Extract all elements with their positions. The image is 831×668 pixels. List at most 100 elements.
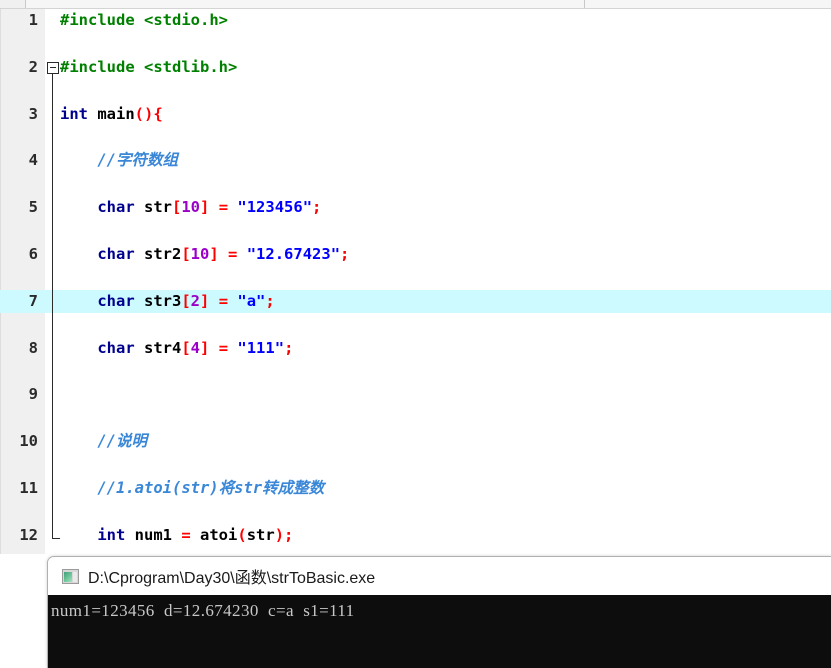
- code-line-text[interactable]: char str3[2] = "a";: [60, 290, 831, 313]
- code-token: atoi: [190, 525, 238, 544]
- code-token: <stdio.h>: [144, 11, 228, 29]
- code-token: main: [88, 104, 135, 123]
- line-number: 2: [28, 57, 38, 76]
- code-token: [: [181, 244, 191, 263]
- code-line-text[interactable]: //1.atoi(str)将str转成整数: [60, 477, 831, 500]
- code-line-text[interactable]: //字符数组: [60, 149, 831, 172]
- code-token: (){: [134, 104, 163, 123]
- code-line-row[interactable]: 1 #include <stdio.h>: [0, 9, 831, 32]
- code-line-row[interactable]: 12 int num1 = atoi(str);: [0, 524, 831, 547]
- code-token: str2: [134, 244, 182, 263]
- code-token: ;: [340, 244, 350, 263]
- code-line-row[interactable]: 2 #include <stdlib.h>: [0, 56, 831, 79]
- toolbar-divider-1: [25, 0, 26, 8]
- code-token: =: [181, 525, 191, 544]
- code-token: char: [97, 291, 135, 310]
- code-token: 10: [190, 244, 210, 263]
- code-line-text[interactable]: char str2[10] = "12.67423";: [60, 243, 831, 266]
- code-token: "111": [237, 338, 285, 357]
- code-line-row[interactable]: 4 //字符数组: [0, 149, 831, 172]
- console-output-area: num1=123456 d=12.674230 c=a s1=111: [48, 595, 831, 668]
- console-window[interactable]: D:\Cprogram\Day30\函数\strToBasic.exe num1…: [47, 556, 831, 668]
- code-token: char: [97, 198, 135, 217]
- code-token: //说明: [97, 432, 147, 451]
- toolbar-strip[interactable]: [0, 0, 831, 9]
- code-line-row[interactable]: 5 char str[10] = "123456";: [0, 196, 831, 219]
- code-token: str3: [134, 291, 182, 310]
- code-token: #include: [60, 57, 144, 76]
- code-token: int: [60, 104, 88, 123]
- code-lines[interactable]: 1 #include <stdio.h> 2 #include <stdlib.h> 3…: [0, 9, 831, 547]
- code-token: ]: [200, 291, 210, 310]
- line-number: 3: [28, 104, 38, 123]
- toolbar-fill-left: [26, 0, 584, 8]
- code-token: ]: [200, 198, 210, 217]
- code-line-text[interactable]: #include <stdio.h>: [60, 9, 831, 32]
- console-titlebar[interactable]: D:\Cprogram\Day30\函数\strToBasic.exe: [48, 557, 831, 595]
- code-line-text[interactable]: char str[10] = "123456";: [60, 196, 831, 219]
- line-number: 7: [28, 291, 38, 310]
- code-line-text[interactable]: char str4[4] = "111";: [60, 337, 831, 360]
- console-output-text: num1=123456 d=12.674230 c=a s1=111: [51, 601, 355, 620]
- code-line-text[interactable]: int main(){: [60, 103, 831, 126]
- code-token: 10: [181, 198, 200, 217]
- code-line-row[interactable]: 6 char str2[10] = "12.67423";: [0, 243, 831, 266]
- code-token: char: [97, 338, 135, 357]
- code-token: ]: [209, 244, 219, 263]
- code-token: 4: [190, 338, 201, 357]
- code-token: );: [274, 525, 294, 544]
- code-token: int: [97, 525, 126, 544]
- code-line-row[interactable]: 8 char str4[4] = "111";: [0, 337, 831, 360]
- code-token: [: [171, 198, 182, 217]
- code-token: char: [97, 244, 135, 263]
- code-line-text[interactable]: //说明: [60, 430, 831, 453]
- code-token: (: [237, 525, 247, 544]
- code-line-row[interactable]: 11 //1.atoi(str)将str转成整数: [0, 477, 831, 500]
- line-number: 4: [28, 151, 38, 170]
- code-token: str: [246, 525, 275, 544]
- toolbar-fill-right: [585, 0, 831, 8]
- code-token: str: [134, 198, 172, 217]
- fold-end-marker: [52, 537, 60, 539]
- line-number: 10: [19, 432, 38, 451]
- code-token: num1: [125, 525, 182, 544]
- console-window-icon: [62, 568, 79, 584]
- fold-guide-line: [52, 73, 53, 538]
- console-icon-left-pane: [64, 571, 72, 582]
- code-line-row[interactable]: 9: [0, 383, 831, 406]
- line-number: 12: [19, 525, 38, 544]
- console-icon-right-pane: [73, 571, 77, 582]
- code-line-row[interactable]: 10 //说明: [0, 430, 831, 453]
- code-line-text[interactable]: #include <stdlib.h>: [60, 56, 831, 79]
- line-number: 5: [28, 198, 38, 217]
- code-token: [: [181, 291, 191, 310]
- code-line-row[interactable]: 7 char str3[2] = "a";: [0, 289, 831, 314]
- code-line-row[interactable]: 3 int main(){: [0, 103, 831, 126]
- code-token: =: [218, 291, 229, 310]
- code-token: ;: [312, 198, 322, 217]
- code-token: =: [228, 244, 238, 263]
- code-line-text[interactable]: int num1 = atoi(str);: [60, 524, 831, 547]
- code-token: =: [218, 198, 229, 217]
- line-number: 1: [28, 11, 38, 29]
- code-token: 2: [190, 291, 201, 310]
- code-token: //1.atoi(str)将str转成整数: [97, 478, 325, 497]
- line-number: 11: [19, 478, 38, 497]
- fold-collapse-icon[interactable]: [47, 61, 59, 74]
- line-number: 6: [28, 244, 38, 263]
- code-editor[interactable]: 1 #include <stdio.h> 2 #include <stdlib.h> 3…: [0, 9, 831, 554]
- code-token: =: [218, 338, 229, 357]
